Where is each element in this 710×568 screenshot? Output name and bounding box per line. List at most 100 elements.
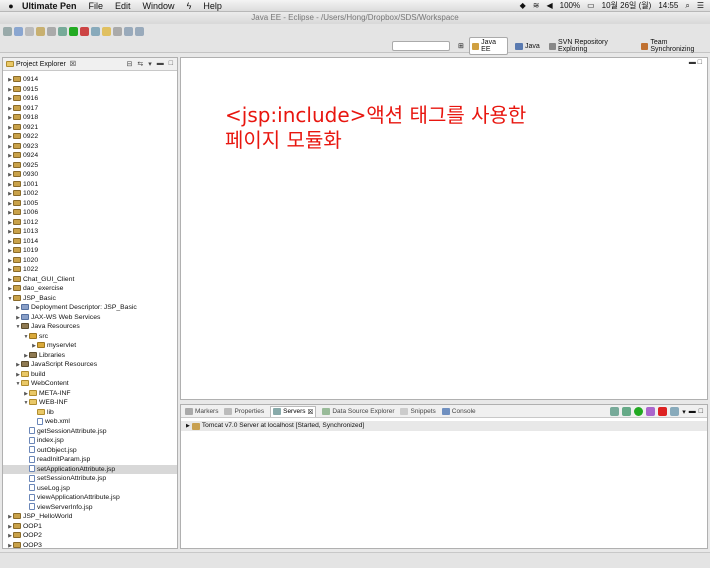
collapse-all-icon[interactable]: ⊟ xyxy=(127,60,133,68)
tree-item[interactable]: ▼ src xyxy=(3,332,177,342)
view-menu-icon[interactable]: ▾ xyxy=(148,60,152,68)
tree-item[interactable]: ▶ 1013 xyxy=(3,227,177,237)
maximize-icon[interactable]: □ xyxy=(698,59,702,66)
tree-item[interactable]: ▶ 1012 xyxy=(3,218,177,228)
maximize-icon[interactable]: □ xyxy=(699,408,703,415)
debug-server-icon[interactable] xyxy=(610,407,620,416)
server-entry[interactable]: ▶ Tomcat v7.0 Server at localhost [Start… xyxy=(181,421,707,431)
tree-item[interactable]: ▶ 0930 xyxy=(3,170,177,180)
tree-item[interactable]: ▶ 1019 xyxy=(3,246,177,256)
save-icon[interactable] xyxy=(14,26,23,36)
start-server-icon[interactable] xyxy=(622,407,632,416)
tab-project-explorer[interactable]: Project Explorer ☒ ⊟ ⇆ ▾ ▬ □ xyxy=(3,58,177,71)
list-icon[interactable]: ☰ xyxy=(697,1,704,10)
tree-item[interactable]: ▶ 0917 xyxy=(3,104,177,114)
tree-item[interactable]: ▶ Chat_GUI_Client xyxy=(3,275,177,285)
tree-item[interactable]: ▶ OOP3 xyxy=(3,541,177,551)
tab-properties[interactable]: Properties xyxy=(224,407,264,415)
tree-item[interactable]: ▼ Java Resources xyxy=(3,322,177,332)
server-icon[interactable] xyxy=(36,26,45,36)
tree-item[interactable]: ▶ 0918 xyxy=(3,113,177,123)
tree-item[interactable]: readInitParam.jsp xyxy=(3,455,177,465)
menu-window[interactable]: Window xyxy=(143,1,175,11)
tree-item[interactable]: ▶ build xyxy=(3,370,177,380)
tree-item[interactable]: setApplicationAttribute.jsp xyxy=(3,464,177,474)
search-toolbar-icon[interactable] xyxy=(113,26,122,36)
link-editor-icon[interactable]: ⇆ xyxy=(137,60,143,68)
run-icon[interactable] xyxy=(69,26,78,36)
tree-item[interactable]: ▶ Libraries xyxy=(3,351,177,361)
tree-item[interactable]: setSessionAttribute.jsp xyxy=(3,474,177,484)
quick-access-input[interactable] xyxy=(392,41,450,51)
tree-item[interactable]: ▶ 0914 xyxy=(3,75,177,85)
apple-icon[interactable]: ● xyxy=(0,1,22,11)
lightning-icon[interactable]: ϟ xyxy=(187,1,192,11)
perspective-svn[interactable]: SVN Repository Exploring xyxy=(547,38,634,54)
tree-item[interactable]: viewApplicationAttribute.jsp xyxy=(3,493,177,503)
battery-icon[interactable]: ▭ xyxy=(587,1,595,10)
forward-icon[interactable] xyxy=(135,26,144,36)
tab-data-source-explorer[interactable]: Data Source Explorer xyxy=(322,407,394,415)
tree-item[interactable]: ▶ 1022 xyxy=(3,265,177,275)
volume-icon[interactable]: ◀ xyxy=(546,1,552,10)
tree-item[interactable]: ▶ JavaScript Resources xyxy=(3,360,177,370)
tree-item[interactable]: lib xyxy=(3,408,177,418)
run-server-icon[interactable] xyxy=(634,407,644,416)
tree-item[interactable]: ▶ 0921 xyxy=(3,123,177,133)
tab-markers[interactable]: Markers xyxy=(185,407,218,415)
tree-item[interactable]: ▶ 1002 xyxy=(3,189,177,199)
view-menu-icon[interactable]: ▾ xyxy=(682,408,686,416)
tree-item[interactable]: ▶ dao_exercise xyxy=(3,284,177,294)
external-tools-icon[interactable] xyxy=(80,26,89,36)
menu-file[interactable]: File xyxy=(89,1,104,11)
debug-icon[interactable] xyxy=(58,26,67,36)
new-icon[interactable] xyxy=(3,26,12,36)
tree-item[interactable]: outObject.jsp xyxy=(3,446,177,456)
tree-item[interactable]: ▶ 0916 xyxy=(3,94,177,104)
app-menu[interactable]: Ultimate Pen xyxy=(22,1,77,11)
open-folder-icon[interactable] xyxy=(102,26,111,36)
minimize-icon[interactable]: ▬ xyxy=(689,408,696,415)
tree-item[interactable]: ▶ OOP2 xyxy=(3,531,177,541)
minimize-icon[interactable]: ▬ xyxy=(689,59,698,66)
maximize-icon[interactable]: □ xyxy=(169,60,173,68)
tree-item[interactable]: getSessionAttribute.jsp xyxy=(3,427,177,437)
back-icon[interactable] xyxy=(124,26,133,36)
print-icon[interactable] xyxy=(25,26,34,36)
tree-item[interactable]: ▶ Deployment Descriptor: JSP_Basic xyxy=(3,303,177,313)
tree-item[interactable]: ▶ 0922 xyxy=(3,132,177,142)
tree-item[interactable]: ▶ 1001 xyxy=(3,180,177,190)
toolbar-icon[interactable] xyxy=(47,26,56,36)
tree-item[interactable]: ▶ 0915 xyxy=(3,85,177,95)
tree-item[interactable]: ▶ 0923 xyxy=(3,142,177,152)
tree-item[interactable]: ▶ JSP_HelloWorld xyxy=(3,512,177,522)
tree-item[interactable]: ▶ 1020 xyxy=(3,256,177,266)
stop-server-icon[interactable] xyxy=(658,407,668,416)
tree-item[interactable]: ▶ 1014 xyxy=(3,237,177,247)
tree-item[interactable]: ▼ JSP_Basic xyxy=(3,294,177,304)
tree-item[interactable]: ▶ 0925 xyxy=(3,161,177,171)
tree-item[interactable]: ▼ WEB-INF xyxy=(3,398,177,408)
minimize-icon[interactable]: ▬ xyxy=(157,60,164,68)
tab-servers[interactable]: Servers ☒ xyxy=(270,405,317,417)
tree-item[interactable]: ▶ 1005 xyxy=(3,199,177,209)
perspective-team-sync[interactable]: Team Synchronizing xyxy=(639,38,710,54)
open-perspective-icon[interactable]: ⊞ xyxy=(458,42,464,50)
tree-item[interactable]: ▼ WebContent xyxy=(3,379,177,389)
tree-item[interactable]: ▶ 0924 xyxy=(3,151,177,161)
tree-item[interactable]: web.xml xyxy=(3,417,177,427)
tree-item[interactable]: useLog.jsp xyxy=(3,484,177,494)
tree-item[interactable]: ▶ myservlet xyxy=(3,341,177,351)
publish-icon[interactable] xyxy=(670,407,680,416)
tab-console[interactable]: Console xyxy=(441,407,476,415)
close-icon[interactable]: ☒ xyxy=(308,408,314,416)
tree-item[interactable]: ▶ META-INF xyxy=(3,389,177,399)
profile-server-icon[interactable] xyxy=(646,407,656,416)
menu-help[interactable]: Help xyxy=(203,1,222,11)
tree-item[interactable]: ▶ JAX-WS Web Services xyxy=(3,313,177,323)
tree-item[interactable]: ▶ 1006 xyxy=(3,208,177,218)
tree-item[interactable]: ▶ OOP1 xyxy=(3,522,177,532)
tree-item[interactable]: viewServerInfo.jsp xyxy=(3,503,177,513)
perspective-java-ee[interactable]: Java EE xyxy=(468,37,508,55)
dropbox-icon[interactable]: ◆ xyxy=(520,1,526,10)
